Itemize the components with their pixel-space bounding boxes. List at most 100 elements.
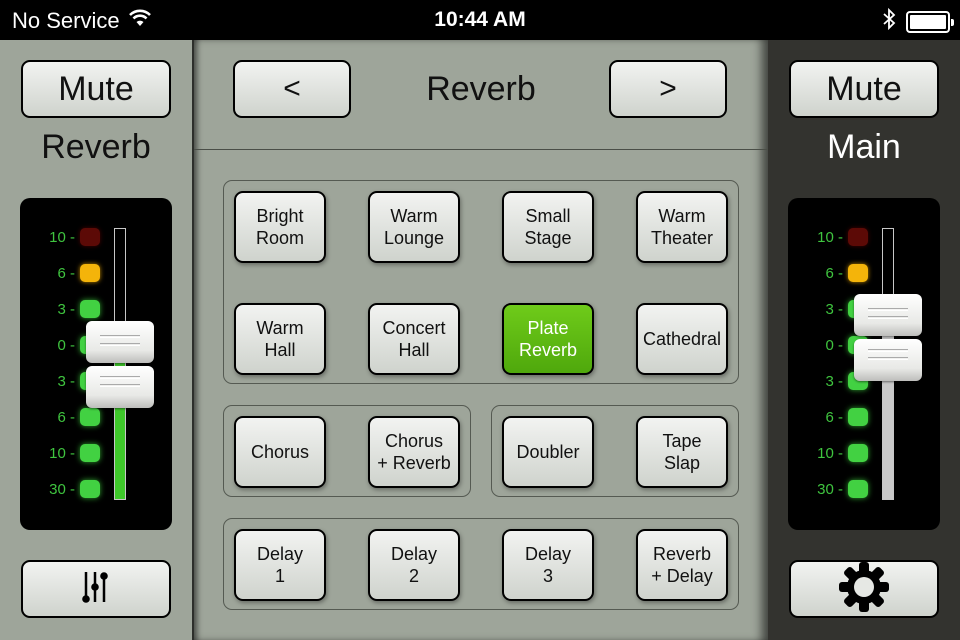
preset-label-line2: Reverb bbox=[518, 340, 578, 360]
preset-button-cathedral[interactable]: Cathedral bbox=[636, 303, 728, 375]
preset-button-reverb-delay[interactable]: Reverb + Delay bbox=[636, 529, 728, 601]
preset-group-chorus: Chorus Chorus + Reverb bbox=[223, 405, 471, 497]
preset-button-bright-room[interactable]: Bright Room bbox=[234, 191, 326, 263]
preset-label: Delay 2 bbox=[391, 543, 437, 587]
divider bbox=[194, 149, 768, 150]
mute-button-reverb[interactable]: Mute bbox=[21, 60, 171, 118]
preset-button-plate-reverb[interactable]: Plate Reverb bbox=[502, 303, 594, 375]
mute-button-main[interactable]: Mute bbox=[789, 60, 939, 118]
preset-label-line1: Warm bbox=[256, 318, 304, 338]
preset-button-warm-lounge[interactable]: Warm Lounge bbox=[368, 191, 460, 263]
fader-track[interactable] bbox=[114, 228, 126, 500]
meter-row: 3 - bbox=[20, 298, 100, 320]
meter-led-amber bbox=[848, 264, 868, 282]
preset-button-delay-2[interactable]: Delay 2 bbox=[368, 529, 460, 601]
level-meter-reverb: 30 - 10 - 6 - 3 - 0 - 3 - 6 - 10 - bbox=[20, 198, 172, 530]
preset-label: Cathedral bbox=[643, 328, 721, 350]
preset-label: Warm Hall bbox=[256, 317, 303, 361]
preset-button-concert-hall[interactable]: Concert Hall bbox=[368, 303, 460, 375]
preset-label: Warm Lounge bbox=[384, 205, 444, 249]
fader-handle[interactable] bbox=[854, 293, 922, 336]
preset-button-small-stage[interactable]: Small Stage bbox=[502, 191, 594, 263]
meter-scale-label: 10 - bbox=[817, 444, 843, 462]
meter-led-green bbox=[80, 300, 100, 318]
meter-scale-label: 3 - bbox=[825, 300, 843, 318]
preset-button-doubler[interactable]: Doubler bbox=[502, 416, 594, 488]
preset-button-chorus-reverb[interactable]: Chorus + Reverb bbox=[368, 416, 460, 488]
left-channel-strip: Mute Reverb 30 - 10 - 6 - 3 - 0 - 3 - 6 - 10 - bbox=[0, 40, 192, 640]
preset-label: Reverb + Delay bbox=[651, 543, 713, 587]
channel-name-main: Main bbox=[827, 128, 901, 166]
preset-label-line2: Hall bbox=[398, 340, 430, 360]
preset-label-line1: Reverb bbox=[652, 544, 711, 564]
preset-label-line2: Slap bbox=[663, 453, 700, 473]
meter-scale-label: 6 - bbox=[825, 408, 843, 426]
fader-handle-lower[interactable] bbox=[86, 366, 154, 408]
preset-button-warm-hall[interactable]: Warm Hall bbox=[234, 303, 326, 375]
preset-label-line1: Tape bbox=[662, 431, 702, 451]
meter-scale-label: 30 - bbox=[817, 480, 843, 498]
preset-label-line1: Warm bbox=[390, 206, 438, 226]
gear-icon bbox=[837, 560, 891, 619]
meter-row: 30 - bbox=[20, 478, 100, 500]
preset-group-doubler: Doubler Tape Slap bbox=[491, 405, 739, 497]
preset-label-line1: Warm bbox=[658, 206, 706, 226]
meter-led-green bbox=[848, 444, 868, 462]
preset-label: Small Stage bbox=[524, 205, 571, 249]
meter-scale-label: 6 - bbox=[57, 408, 75, 426]
effects-panel: < Reverb > Bright Room Warm Lounge Small Stag… bbox=[192, 40, 768, 640]
right-channel-strip: Mute Main 30 - 10 - 6 - 3 - 0 - 3 - 6 - 10 - bbox=[768, 40, 960, 640]
preset-label-line1: Delay bbox=[524, 544, 572, 564]
preset-label-line2: 1 bbox=[274, 566, 285, 586]
preset-button-delay-3[interactable]: Delay 3 bbox=[502, 529, 594, 601]
meter-led-green bbox=[80, 444, 100, 462]
next-effect-button[interactable]: > bbox=[609, 60, 727, 118]
preset-label-line2: + Reverb bbox=[377, 453, 451, 473]
preset-button-tape-slap[interactable]: Tape Slap bbox=[636, 416, 728, 488]
meter-led-green bbox=[80, 480, 100, 498]
channel-name-reverb: Reverb bbox=[41, 128, 151, 166]
meter-row: 10 - bbox=[20, 226, 100, 248]
preset-label-line2: Stage bbox=[524, 228, 572, 248]
preset-label: Tape Slap bbox=[662, 430, 701, 474]
meter-led-green bbox=[848, 408, 868, 426]
meter-row: 30 - bbox=[788, 478, 868, 500]
preset-label: Chorus + Reverb bbox=[377, 430, 451, 474]
preset-label-line2: Lounge bbox=[383, 228, 445, 248]
preset-label-line2: 3 bbox=[542, 566, 553, 586]
preset-label-line1: Delay bbox=[390, 544, 438, 564]
fader-handle[interactable] bbox=[86, 321, 154, 363]
settings-button[interactable] bbox=[789, 560, 939, 618]
preset-label: Bright Room bbox=[256, 205, 304, 249]
level-meter-main: 30 - 10 - 6 - 3 - 0 - 3 - 6 - 10 - bbox=[788, 198, 940, 530]
preset-label-line2: Hall bbox=[264, 340, 296, 360]
meter-scale-label: 30 - bbox=[49, 480, 75, 498]
mixer-button[interactable] bbox=[21, 560, 171, 618]
preset-label: Chorus bbox=[251, 441, 309, 463]
preset-label-line2: Theater bbox=[650, 228, 714, 248]
clock: 10:44 AM bbox=[434, 8, 526, 31]
preset-label-line1: Plate bbox=[527, 318, 569, 338]
preset-label: Concert Hall bbox=[382, 317, 445, 361]
bluetooth-icon bbox=[882, 7, 896, 37]
preset-button-delay-1[interactable]: Delay 1 bbox=[234, 529, 326, 601]
meter-row: 6 - bbox=[20, 262, 100, 284]
mixer-sliders-icon bbox=[81, 570, 111, 609]
preset-button-warm-theater[interactable]: Warm Theater bbox=[636, 191, 728, 263]
meter-scale-label: 3 - bbox=[825, 372, 843, 390]
meter-row: 10 - bbox=[788, 442, 868, 464]
fader-handle-lower[interactable] bbox=[854, 338, 922, 381]
meter-scale-label: 10 - bbox=[49, 444, 75, 462]
preset-label: Warm Theater bbox=[651, 205, 713, 249]
meter-row: 6 - bbox=[20, 406, 100, 428]
preset-label-line1: Doubler bbox=[516, 442, 580, 462]
preset-label-line2: + Delay bbox=[651, 566, 713, 586]
preset-label-line1: Chorus bbox=[250, 442, 310, 462]
meter-led-green bbox=[848, 480, 868, 498]
preset-button-chorus[interactable]: Chorus bbox=[234, 416, 326, 488]
meter-scale-label: 6 - bbox=[825, 264, 843, 282]
preset-label-line1: Chorus bbox=[384, 431, 443, 451]
preset-label-line1: Small bbox=[525, 206, 571, 226]
meter-led-amber bbox=[80, 264, 100, 282]
meter-led-green bbox=[80, 408, 100, 426]
